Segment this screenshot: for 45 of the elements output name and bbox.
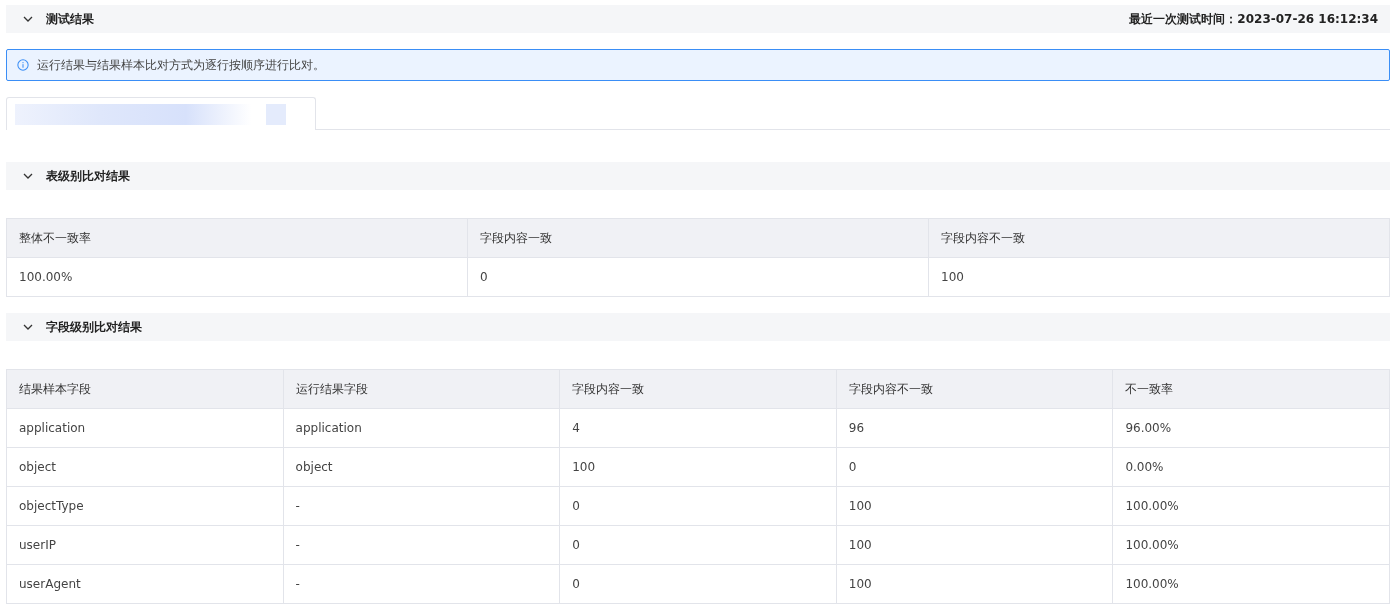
table-cell: 4 <box>559 408 837 448</box>
table-cell: - <box>283 564 560 604</box>
section-header[interactable]: 测试结果 最近一次测试时间：2023-07-26 16:12:34 <box>6 5 1390 33</box>
table-cell: 100 <box>836 486 1113 526</box>
column-header: 字段内容不一致 <box>928 218 1390 258</box>
table-cell: application <box>6 408 284 448</box>
section-title: 测试结果 <box>46 10 94 28</box>
column-header: 字段内容不一致 <box>836 369 1113 409</box>
table-cell: 100 <box>836 564 1113 604</box>
table-cell: 100 <box>559 447 837 487</box>
column-header: 不一致率 <box>1112 369 1390 409</box>
table-cell: 100.00% <box>1112 486 1390 526</box>
table-cell: 100.00% <box>1112 564 1390 604</box>
table-cell: 96 <box>836 408 1113 448</box>
table-cell: 100 <box>928 257 1390 297</box>
column-header: 整体不一致率 <box>6 218 468 258</box>
table-cell: 100.00% <box>6 257 468 297</box>
table-cell: userAgent <box>6 564 284 604</box>
table-cell: - <box>283 525 560 565</box>
column-header: 结果样本字段 <box>6 369 284 409</box>
table-cell: 0.00% <box>1112 447 1390 487</box>
section-header[interactable]: 表级别比对结果 <box>6 162 1390 190</box>
column-header: 运行结果字段 <box>283 369 560 409</box>
column-header: 字段内容一致 <box>559 369 837 409</box>
last-test-time: 最近一次测试时间：2023-07-26 16:12:34 <box>1129 10 1378 28</box>
table-cell: 0 <box>836 447 1113 487</box>
table-cell: object <box>6 447 284 487</box>
section-title: 表级别比对结果 <box>46 167 130 185</box>
table-cell: 100.00% <box>1112 525 1390 565</box>
table-cell: object <box>283 447 560 487</box>
table-cell: 0 <box>467 257 929 297</box>
table-cell: userIP <box>6 525 284 565</box>
section-header[interactable]: 字段级别比对结果 <box>6 313 1390 341</box>
table-cell: 0 <box>559 564 837 604</box>
table-cell: - <box>283 486 560 526</box>
section-title: 字段级别比对结果 <box>46 318 142 336</box>
alert-message: 运行结果与结果样本比对方式为逐行按顺序进行比对。 <box>37 56 325 74</box>
table-cell: 0 <box>559 486 837 526</box>
table-cell: 0 <box>559 525 837 565</box>
column-header: 字段内容一致 <box>467 218 929 258</box>
table-cell: 100 <box>836 525 1113 565</box>
table-cell: objectType <box>6 486 284 526</box>
table-cell: 96.00% <box>1112 408 1390 448</box>
table-cell: application <box>283 408 560 448</box>
info-icon <box>17 59 29 71</box>
